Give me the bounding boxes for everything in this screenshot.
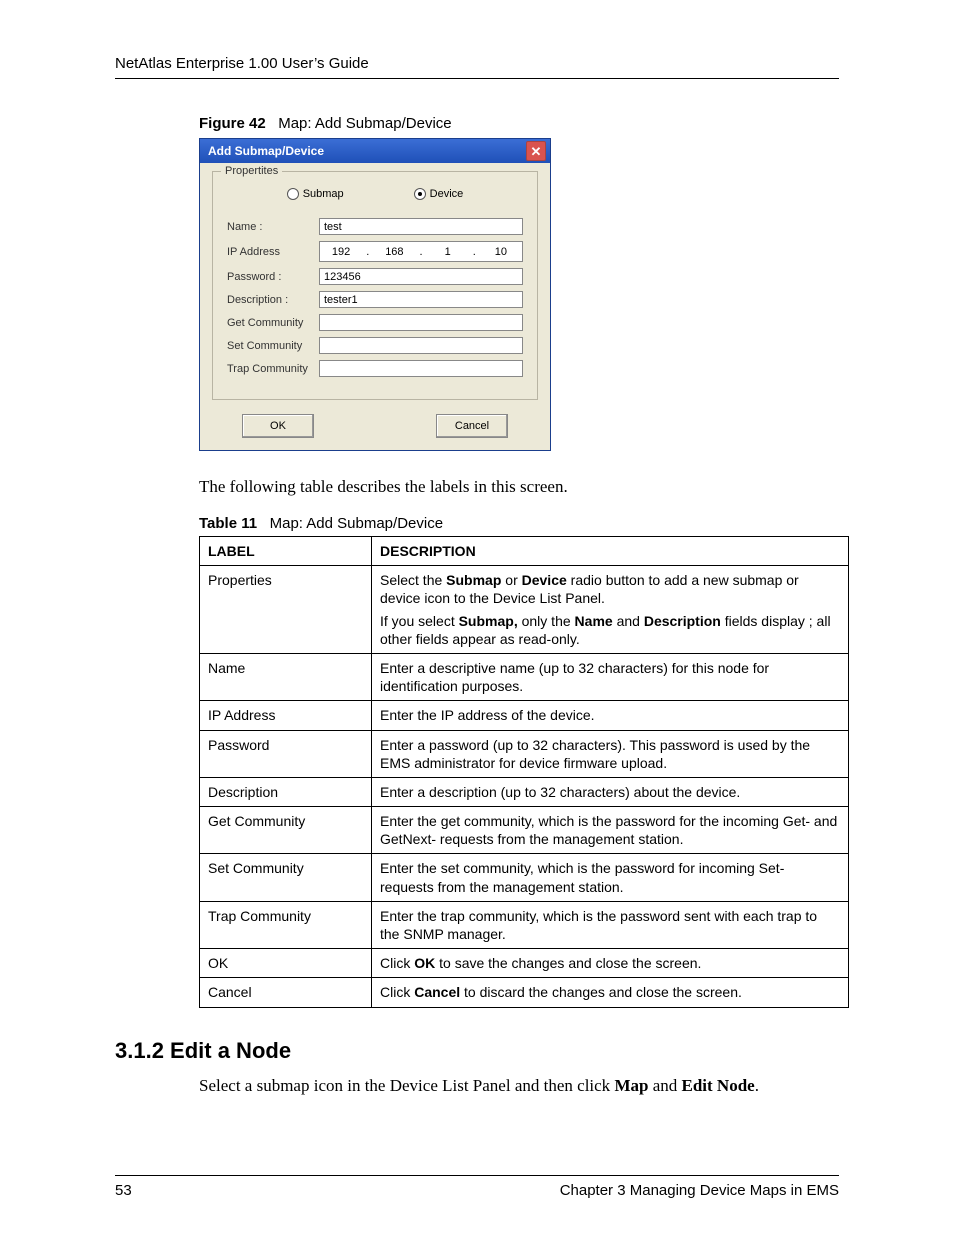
row-description: Enter the trap community, which is the p… <box>372 901 849 948</box>
row-label: Password <box>200 730 372 777</box>
section-paragraph: Select a submap icon in the Device List … <box>199 1076 839 1096</box>
radio-circle-icon <box>287 188 299 200</box>
dialog-title: Add Submap/Device <box>208 144 324 158</box>
figure-caption: Figure 42 Map: Add Submap/Device <box>199 115 839 132</box>
table-label: Table 11 <box>199 515 257 532</box>
row-label: Name <box>200 653 372 700</box>
trap-community-label: Trap Community <box>227 363 313 375</box>
add-submap-device-dialog: Add Submap/Device ✕ Propertites Submap D… <box>199 138 551 451</box>
radio-circle-icon <box>414 188 426 200</box>
row-description: Enter a password (up to 32 characters). … <box>372 730 849 777</box>
type-radio-group: Submap Device <box>227 188 523 200</box>
password-field[interactable]: 123456 <box>319 268 523 285</box>
table-row: PasswordEnter a password (up to 32 chara… <box>200 730 849 777</box>
row-description: Enter a description (up to 32 characters… <box>372 777 849 806</box>
cancel-button[interactable]: Cancel <box>436 414 508 438</box>
row-label: Get Community <box>200 807 372 854</box>
row-description: Enter the IP address of the device. <box>372 701 849 730</box>
intro-paragraph: The following table describes the labels… <box>199 477 839 497</box>
row-description: Click Cancel to discard the changes and … <box>372 978 849 1007</box>
table-row: OKClick OK to save the changes and close… <box>200 949 849 978</box>
table-row: CancelClick Cancel to discard the change… <box>200 978 849 1007</box>
description-field[interactable]: tester1 <box>319 291 523 308</box>
table-caption: Table 11 Map: Add Submap/Device <box>199 515 839 532</box>
col-description: DESCRIPTION <box>372 537 849 566</box>
row-label: Trap Community <box>200 901 372 948</box>
radio-submap-label: Submap <box>303 188 344 200</box>
row-label: Cancel <box>200 978 372 1007</box>
row-label: OK <box>200 949 372 978</box>
table-header-row: LABEL DESCRIPTION <box>200 537 849 566</box>
row-label: IP Address <box>200 701 372 730</box>
header-title: NetAtlas Enterprise 1.00 User’s Guide <box>115 55 369 72</box>
row-description: Click OK to save the changes and close t… <box>372 949 849 978</box>
get-community-label: Get Community <box>227 317 313 329</box>
col-label: LABEL <box>200 537 372 566</box>
table-row: Get CommunityEnter the get community, wh… <box>200 807 849 854</box>
close-icon[interactable]: ✕ <box>526 141 546 161</box>
dialog-titlebar: Add Submap/Device ✕ <box>200 139 550 163</box>
page-header: NetAtlas Enterprise 1.00 User’s Guide <box>115 55 839 79</box>
dialog-body: Propertites Submap Device Name : test <box>200 163 550 450</box>
trap-community-field[interactable] <box>319 360 523 377</box>
fieldset-legend: Propertites <box>221 165 282 177</box>
table-row: NameEnter a descriptive name (up to 32 c… <box>200 653 849 700</box>
table-row: PropertiesSelect the Submap or Device ra… <box>200 566 849 654</box>
radio-submap[interactable]: Submap <box>287 188 344 200</box>
table-row: Trap CommunityEnter the trap community, … <box>200 901 849 948</box>
set-community-label: Set Community <box>227 340 313 352</box>
row-label: Set Community <box>200 854 372 901</box>
radio-device-label: Device <box>430 188 464 200</box>
ok-button[interactable]: OK <box>242 414 314 438</box>
dialog-button-row: OK Cancel <box>212 414 538 438</box>
table-caption-text: Map: Add Submap/Device <box>270 515 443 532</box>
ip-field[interactable]: 192. 168. 1. 10 <box>319 241 523 262</box>
row-label: Description <box>200 777 372 806</box>
set-community-field[interactable] <box>319 337 523 354</box>
page-number: 53 <box>115 1182 132 1199</box>
page-footer: 53 Chapter 3 Managing Device Maps in EMS <box>115 1175 839 1199</box>
name-field[interactable]: test <box>319 218 523 235</box>
table-row: Set CommunityEnter the set community, wh… <box>200 854 849 901</box>
description-label: Description : <box>227 294 313 306</box>
ip-label: IP Address <box>227 246 313 258</box>
table-row: DescriptionEnter a description (up to 32… <box>200 777 849 806</box>
row-description: Enter the get community, which is the pa… <box>372 807 849 854</box>
dialog-figure: Add Submap/Device ✕ Propertites Submap D… <box>199 138 839 451</box>
table-row: IP AddressEnter the IP address of the de… <box>200 701 849 730</box>
get-community-field[interactable] <box>319 314 523 331</box>
section-heading: 3.1.2 Edit a Node <box>115 1038 839 1064</box>
row-description: Enter a descriptive name (up to 32 chara… <box>372 653 849 700</box>
figure-caption-text: Map: Add Submap/Device <box>278 115 451 132</box>
name-label: Name : <box>227 221 313 233</box>
password-label: Password : <box>227 271 313 283</box>
label-description-table: LABEL DESCRIPTION PropertiesSelect the S… <box>199 536 849 1008</box>
chapter-label: Chapter 3 Managing Device Maps in EMS <box>560 1182 839 1199</box>
row-description: Enter the set community, which is the pa… <box>372 854 849 901</box>
properties-fieldset: Propertites Submap Device Name : test <box>212 171 538 400</box>
row-label: Properties <box>200 566 372 654</box>
radio-device[interactable]: Device <box>414 188 464 200</box>
figure-label: Figure 42 <box>199 115 266 132</box>
row-description: Select the Submap or Device radio button… <box>372 566 849 654</box>
